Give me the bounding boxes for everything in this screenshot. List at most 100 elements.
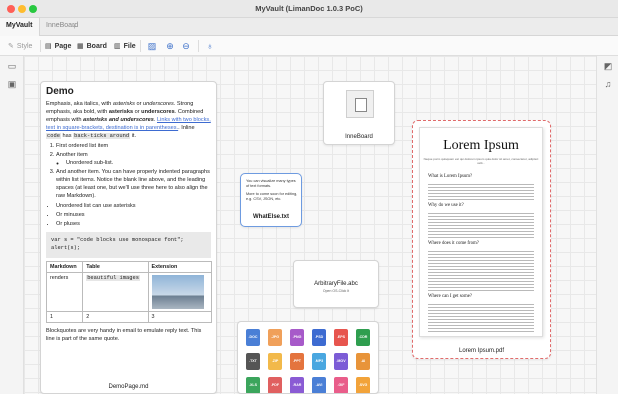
file-type-icon: .AVI (312, 377, 326, 393)
list-item: Another item Unordered sub-list. (56, 151, 211, 167)
file-type-icon: .SVG (356, 377, 370, 393)
demo-page-caption: DemoPage.md (108, 384, 149, 390)
toolbar-divider (198, 40, 199, 52)
table-cell: beautiful images (82, 272, 149, 312)
pdf-heading: What is Lorem Ipsum? (428, 174, 473, 179)
board-canvas[interactable]: Demo Emphasis, aka italics, with asteris… (24, 56, 596, 394)
board-label: Board (86, 42, 107, 50)
lorem-ipsum-pdf-card[interactable]: Lorem Ipsum Neque porro quisquam est qui… (412, 120, 551, 359)
pdf-text-block (428, 211, 534, 238)
file-type-icon: .ZIP (268, 353, 282, 370)
file-type-icon: .DOC (246, 329, 260, 346)
table-cell: 2 (82, 311, 149, 323)
title-bar: MyVault (LimanDoc 1.0.3 PoC) (0, 0, 618, 18)
list-item: And another item. You can have properly … (56, 168, 211, 200)
brush-icon: ✎ (8, 43, 14, 50)
zoom-out-icon[interactable]: ⊖ (180, 40, 192, 52)
blockquote: Blockquotes are very handy in email to e… (46, 328, 202, 342)
table-cell (147, 272, 213, 312)
arbitrary-file-card[interactable]: ArbitraryFile.abc Open OS-Click It (293, 260, 379, 308)
sticky-note-icon[interactable]: ◩ (602, 60, 614, 72)
file-type-icon: .PSD (312, 329, 326, 346)
file-type-icon: .JPG (268, 329, 282, 346)
whatelse-card[interactable]: You can visualize many types of text for… (240, 173, 302, 227)
file-type-icon: .TXT (246, 353, 260, 370)
file-type-icon: .EPS (334, 329, 348, 346)
file-type-icon: .CDR (356, 329, 370, 346)
code-block: var s = "code blocks use monospace font"… (46, 232, 211, 258)
board-thumbnail-icon (346, 90, 374, 118)
pdf-heading: Why do we use it? (428, 203, 464, 208)
left-sidebar: ▭ ▣ (0, 56, 24, 394)
list-item: First ordered list item (56, 142, 211, 150)
demo-heading: Demo (46, 86, 74, 97)
tab-inneboard[interactable]: InneBoard (40, 18, 78, 36)
file-type-icon: .AI (356, 353, 370, 370)
style-label: Style (16, 42, 33, 50)
pdf-subtitle: Neque porro quisquam est qui dolorem ips… (423, 157, 539, 165)
board-icon: ▦ (77, 43, 84, 50)
table-cell: 3 (147, 311, 213, 323)
tab-myvault[interactable]: MyVault (0, 18, 40, 36)
unordered-list: Unordered list can use asterisks Or minu… (46, 202, 211, 228)
file-icons-card[interactable]: .DOC .JPG .PNG .PSD .EPS .CDR .TXT .ZIP .PPT .MP3… (237, 321, 379, 394)
whatelse-text: You can visualize many types of text for… (246, 179, 298, 201)
style-button[interactable]: ✎ Style (8, 40, 32, 52)
table-cell: 1 (45, 311, 84, 323)
demo-paragraph: Emphasis, aka italics, with asterisks or… (46, 101, 211, 139)
table-header: Markdown (45, 261, 84, 273)
mountain-image (151, 275, 204, 309)
add-board-button[interactable]: ▦ Board (77, 40, 107, 52)
tab-bar: MyVault InneBoard + (0, 18, 618, 36)
table-cell: renders (45, 272, 84, 312)
ordered-list: First ordered list item Another item Uno… (46, 142, 211, 200)
list-item: Unordered list can use asterisks (56, 202, 211, 210)
inneboard-caption: InneBoard (345, 134, 373, 140)
page-label: Page (54, 42, 72, 50)
pdf-heading: Where does it come from? (428, 241, 479, 246)
lightbulb-icon[interactable]: ♁ (204, 40, 216, 52)
page-icon: ▤ (45, 43, 52, 50)
file-icon: ▥ (114, 43, 121, 50)
arbitrary-file-caption: ArbitraryFile.abc (314, 281, 358, 287)
inneboard-card[interactable]: InneBoard (323, 81, 395, 145)
pdf-text-block (428, 302, 534, 332)
pdf-text-block (428, 249, 534, 291)
file-label: File (123, 42, 136, 50)
whatelse-caption: WhatElse.txt (252, 214, 289, 220)
toolbar: ✎ Style ▤ Page ▦ Board ▥ File ▨ ⊕ ⊖ ♁ (0, 36, 618, 56)
arbitrary-file-hint: Open OS-Click It (322, 289, 350, 293)
image-icon[interactable]: ▨ (146, 40, 158, 52)
pdf-caption: Lorem Ipsum.pdf (458, 348, 505, 354)
list-item: Unordered sub-list. (66, 159, 211, 167)
table-header: Extension (147, 261, 213, 273)
right-sidebar: ◩ ♫ (596, 56, 618, 394)
file-type-icon: .PDF (268, 377, 282, 393)
file-type-icon: .RAR (290, 377, 304, 393)
file-type-icon: .MP3 (312, 353, 326, 370)
toolbar-divider (40, 40, 41, 52)
add-tab-button[interactable]: + (72, 22, 77, 31)
add-page-button[interactable]: ▤ Page (45, 40, 71, 52)
markdown-table: Markdown Table Extension renders beautif… (45, 261, 213, 323)
table-row: Markdown Table Extension (45, 261, 213, 273)
demo-page-card[interactable]: Demo Emphasis, aka italics, with asteris… (40, 81, 217, 394)
zoom-in-icon[interactable]: ⊕ (164, 40, 176, 52)
table-row: renders beautiful images (45, 272, 213, 312)
file-type-icon: .PPT (290, 353, 304, 370)
file-type-icon: .GIF (334, 377, 348, 393)
table-header: Table (82, 261, 149, 273)
folder-icon[interactable]: ▭ (6, 60, 18, 72)
pdf-text-block (428, 182, 534, 200)
bell-icon[interactable]: ♫ (602, 78, 614, 90)
add-file-button[interactable]: ▥ File (114, 40, 136, 52)
pdf-page-preview: Lorem Ipsum Neque porro quisquam est qui… (419, 127, 543, 337)
gallery-icon[interactable]: ▣ (6, 78, 18, 90)
list-item: Or pluses (56, 220, 211, 228)
file-type-icon: .PNG (290, 329, 304, 346)
table-row: 1 2 3 (45, 311, 213, 323)
toolbar-divider (140, 40, 141, 52)
file-type-icon: .XLS (246, 377, 260, 393)
window-title: MyVault (LimanDoc 1.0.3 PoC) (255, 4, 363, 13)
list-item: Or minuses (56, 211, 211, 219)
